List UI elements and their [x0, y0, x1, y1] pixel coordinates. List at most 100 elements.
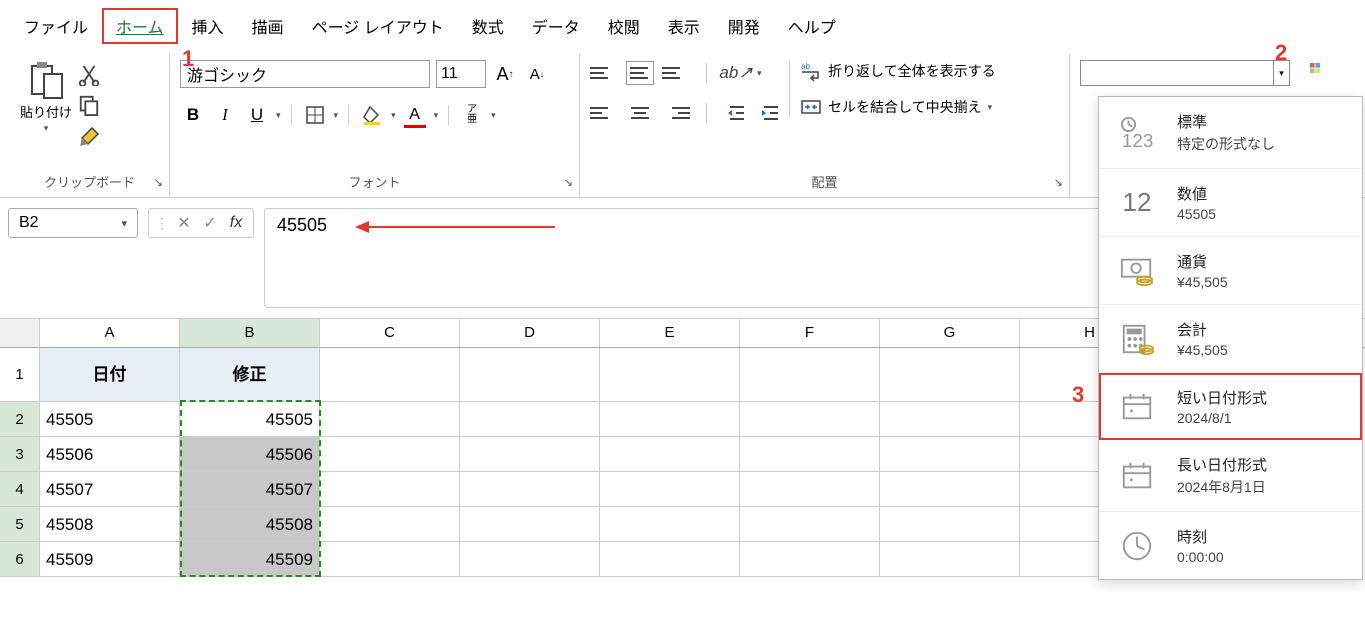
cell-b5[interactable]: 45508: [180, 507, 320, 542]
fmt-short-date[interactable]: 短い日付形式 2024/8/1: [1099, 373, 1362, 440]
cell-b4[interactable]: 45507: [180, 472, 320, 507]
cell[interactable]: [460, 402, 600, 437]
copy-icon[interactable]: [78, 94, 100, 116]
font-launcher-icon[interactable]: ↘: [564, 176, 573, 189]
col-head-d[interactable]: D: [460, 319, 600, 347]
row-head-4[interactable]: 4: [0, 472, 40, 507]
paste-icon[interactable]: [26, 60, 66, 100]
phonetic-button[interactable]: ア 亜: [459, 102, 485, 128]
cell[interactable]: [880, 402, 1020, 437]
cell[interactable]: [460, 542, 600, 577]
align-bottom-icon[interactable]: [662, 61, 690, 85]
menu-view[interactable]: 表示: [654, 8, 714, 44]
align-left-icon[interactable]: [590, 101, 618, 125]
cell-a6[interactable]: 45509: [40, 542, 180, 577]
fmt-general[interactable]: 123 標準 特定の形式なし: [1099, 97, 1362, 169]
cell[interactable]: [740, 348, 880, 402]
menu-draw[interactable]: 描画: [238, 8, 298, 44]
number-format-select[interactable]: ▾: [1080, 60, 1290, 86]
underline-button[interactable]: U: [244, 102, 270, 128]
cell[interactable]: [460, 437, 600, 472]
cell-b2[interactable]: 45505: [180, 402, 320, 437]
cell[interactable]: [600, 472, 740, 507]
cell-a5[interactable]: 45508: [40, 507, 180, 542]
cell[interactable]: [740, 472, 880, 507]
col-head-a[interactable]: A: [40, 319, 180, 347]
border-button[interactable]: [302, 102, 328, 128]
cell[interactable]: [740, 507, 880, 542]
merge-caret[interactable]: ▾: [988, 102, 993, 113]
cell[interactable]: [320, 402, 460, 437]
clipboard-launcher-icon[interactable]: ↘: [154, 176, 163, 189]
cell[interactable]: [740, 402, 880, 437]
font-color-caret[interactable]: ▾: [434, 110, 439, 121]
cut-icon[interactable]: [78, 64, 100, 86]
cell-a3[interactable]: 45506: [40, 437, 180, 472]
increase-font-icon[interactable]: A↑: [492, 61, 518, 87]
cell[interactable]: [600, 437, 740, 472]
menu-review[interactable]: 校閲: [594, 8, 654, 44]
col-head-c[interactable]: C: [320, 319, 460, 347]
cell[interactable]: [320, 472, 460, 507]
menu-formulas[interactable]: 数式: [458, 8, 518, 44]
cell[interactable]: [600, 402, 740, 437]
cell[interactable]: [740, 437, 880, 472]
cell[interactable]: [460, 507, 600, 542]
orientation-button[interactable]: ab↗: [723, 60, 749, 86]
alignment-launcher-icon[interactable]: ↘: [1054, 176, 1063, 189]
align-right-icon[interactable]: [662, 101, 690, 125]
menu-home[interactable]: ホーム: [102, 8, 178, 44]
select-all-corner[interactable]: [0, 319, 40, 347]
wrap-text-button[interactable]: ab 折り返して全体を表示する: [800, 60, 996, 82]
cell[interactable]: [880, 542, 1020, 577]
fmt-time[interactable]: 時刻 0:00:00: [1099, 512, 1362, 579]
menu-page-layout[interactable]: ページ レイアウト: [298, 8, 458, 44]
fx-icon[interactable]: fx: [225, 212, 247, 234]
cell-b3[interactable]: 45506: [180, 437, 320, 472]
cell[interactable]: [320, 542, 460, 577]
cell[interactable]: [320, 507, 460, 542]
cell[interactable]: [460, 348, 600, 402]
bold-button[interactable]: B: [180, 102, 206, 128]
row-head-3[interactable]: 3: [0, 437, 40, 472]
col-head-e[interactable]: E: [600, 319, 740, 347]
cell-a4[interactable]: 45507: [40, 472, 180, 507]
menu-developer[interactable]: 開発: [714, 8, 774, 44]
font-color-button[interactable]: A: [402, 102, 428, 128]
border-caret[interactable]: ▾: [334, 110, 339, 121]
merge-center-button[interactable]: セルを結合して中央揃え ▾: [800, 96, 996, 118]
col-head-g[interactable]: G: [880, 319, 1020, 347]
fmt-number[interactable]: 12 数値 45505: [1099, 169, 1362, 237]
fmt-long-date[interactable]: 長い日付形式 2024年8月1日: [1099, 440, 1362, 512]
align-top-icon[interactable]: [590, 61, 618, 85]
cell[interactable]: [320, 437, 460, 472]
underline-caret[interactable]: ▾: [276, 110, 281, 121]
cell[interactable]: [460, 472, 600, 507]
cell[interactable]: [740, 542, 880, 577]
orientation-caret[interactable]: ▾: [757, 68, 762, 79]
fmt-accounting[interactable]: 会計 ¥45,505: [1099, 305, 1362, 373]
cancel-formula-icon[interactable]: ✕: [173, 212, 195, 234]
menu-insert[interactable]: 挿入: [178, 8, 238, 44]
row-head-5[interactable]: 5: [0, 507, 40, 542]
cell[interactable]: [880, 472, 1020, 507]
italic-button[interactable]: I: [212, 102, 238, 128]
fill-caret[interactable]: ▾: [391, 110, 396, 121]
cell[interactable]: [320, 348, 460, 402]
format-painter-icon[interactable]: [78, 124, 102, 148]
font-size-select[interactable]: [436, 60, 486, 88]
name-box-caret-icon[interactable]: ▾: [121, 217, 127, 230]
fill-color-button[interactable]: [359, 102, 385, 128]
cell[interactable]: [600, 348, 740, 402]
cell[interactable]: [600, 542, 740, 577]
increase-indent-icon[interactable]: [757, 100, 783, 126]
fmt-currency[interactable]: 通貨 ¥45,505: [1099, 237, 1362, 305]
row-head-2[interactable]: 2: [0, 402, 40, 437]
phonetic-caret[interactable]: ▾: [491, 110, 496, 121]
decrease-indent-icon[interactable]: [723, 100, 749, 126]
menu-data[interactable]: データ: [518, 8, 594, 44]
row-head-1[interactable]: 1: [0, 348, 40, 402]
col-head-f[interactable]: F: [740, 319, 880, 347]
align-center-icon[interactable]: [626, 101, 654, 125]
cell-a1[interactable]: 日付: [40, 348, 180, 402]
